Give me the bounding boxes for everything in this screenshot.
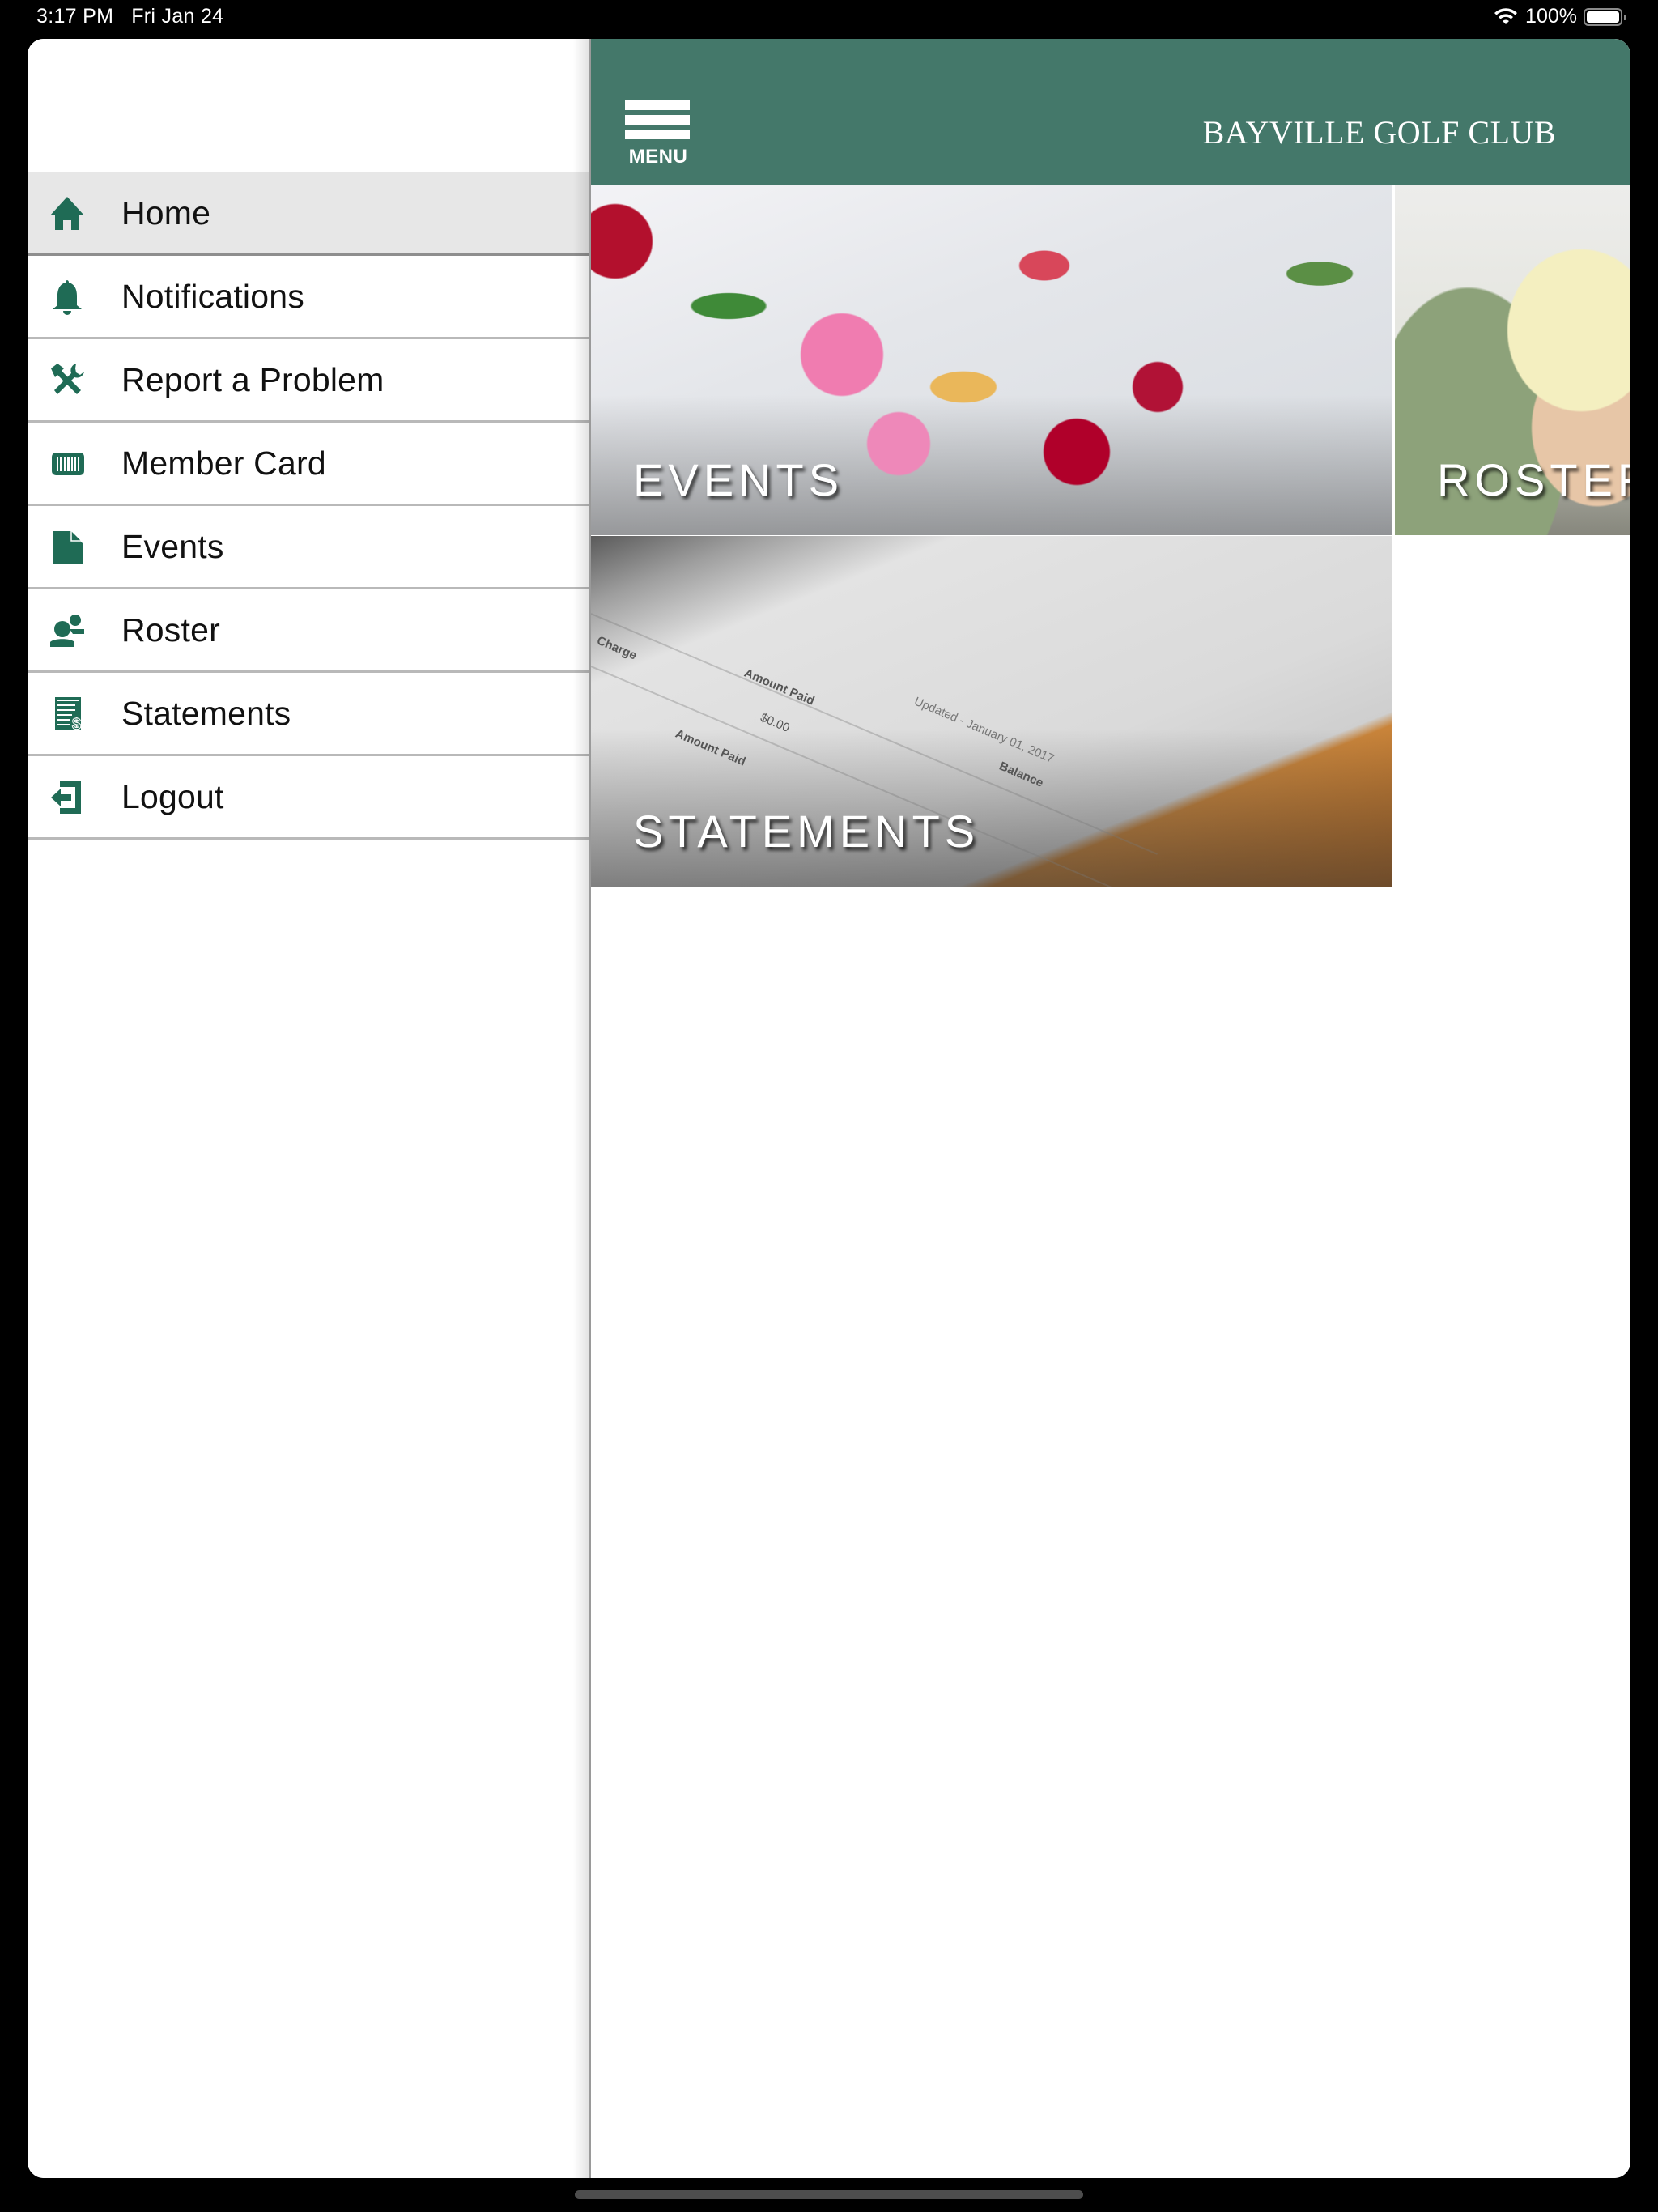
home-indicator[interactable] xyxy=(575,2190,1083,2199)
drawer-item-notifications[interactable]: Notifications xyxy=(28,256,589,339)
tile-events[interactable]: EVENTS xyxy=(591,185,1392,535)
barcode-card-icon xyxy=(49,445,86,482)
tile-label: ROSTER xyxy=(1437,454,1630,505)
battery-level xyxy=(1587,11,1619,23)
status-bar: 3:17 PM Fri Jan 24 100% xyxy=(0,0,1658,39)
people-icon xyxy=(49,611,86,649)
tile-statements[interactable]: Charge Amount Paid $0.00 Updated - Janua… xyxy=(591,536,1392,887)
menu-button[interactable]: MENU xyxy=(625,100,691,168)
app-header: MENU BAYVILLE GOLF CLUB xyxy=(591,39,1630,185)
document-icon xyxy=(49,528,86,565)
club-title: BAYVILLE GOLF CLUB xyxy=(1202,114,1556,151)
drawer-item-label: Statements xyxy=(121,694,291,732)
statement-image-text: Amount Paid xyxy=(742,666,817,708)
statement-image-text: Balance xyxy=(997,759,1046,790)
drawer-item-label: Notifications xyxy=(121,277,304,315)
drawer-item-label: Home xyxy=(121,194,211,232)
menu-label: MENU xyxy=(628,146,688,168)
drawer-item-home[interactable]: Home xyxy=(28,172,589,256)
tools-icon xyxy=(49,361,86,398)
main-content: MENU BAYVILLE GOLF CLUB EVENTS ROSTER Ch… xyxy=(591,39,1630,2178)
status-left: 3:17 PM Fri Jan 24 xyxy=(36,5,223,28)
drawer-item-label: Roster xyxy=(121,610,220,649)
drawer-item-events[interactable]: Events xyxy=(28,506,589,589)
drawer-item-statements[interactable]: $ Statements xyxy=(28,673,589,756)
tile-label: STATEMENTS xyxy=(633,806,980,857)
drawer-menu: Home Notifications Report a Problem Memb… xyxy=(28,172,589,840)
status-right: 100% xyxy=(1493,5,1626,28)
tile-roster[interactable]: ROSTER xyxy=(1395,185,1630,535)
bell-icon xyxy=(49,278,86,315)
hamburger-bar xyxy=(625,100,690,110)
logout-icon xyxy=(49,778,86,815)
drawer-item-member-card[interactable]: Member Card xyxy=(28,423,589,506)
battery-percent: 100% xyxy=(1525,5,1577,28)
hamburger-bar xyxy=(625,115,690,125)
app-window: MENU BAYVILLE GOLF CLUB EVENTS ROSTER Ch… xyxy=(28,39,1630,2178)
statement-image-text: $0.00 xyxy=(758,710,792,735)
statement-dollar-icon: $ xyxy=(49,695,86,732)
home-icon xyxy=(49,194,86,232)
status-date: Fri Jan 24 xyxy=(131,5,224,28)
battery-icon xyxy=(1584,7,1626,26)
statement-image-text: Updated - January 01, 2017 xyxy=(912,694,1056,766)
drawer-divider xyxy=(589,39,591,2178)
drawer-item-logout[interactable]: Logout xyxy=(28,756,589,840)
drawer-item-roster[interactable]: Roster xyxy=(28,589,589,673)
side-drawer: Home Notifications Report a Problem Memb… xyxy=(28,39,591,2178)
battery-nub xyxy=(1624,14,1626,20)
hamburger-bar xyxy=(625,130,690,139)
wifi-icon xyxy=(1494,7,1518,24)
drawer-item-report-a-problem[interactable]: Report a Problem xyxy=(28,339,589,423)
drawer-item-label: Member Card xyxy=(121,444,326,482)
drawer-item-label: Report a Problem xyxy=(121,360,385,398)
status-time: 3:17 PM xyxy=(36,5,114,28)
tile-label: EVENTS xyxy=(633,454,844,505)
statement-image-text: Amount Paid xyxy=(673,726,748,769)
svg-text:$: $ xyxy=(72,716,81,732)
drawer-item-label: Logout xyxy=(121,777,224,815)
drawer-item-label: Events xyxy=(121,527,224,565)
statement-image-text: Charge xyxy=(594,633,639,663)
